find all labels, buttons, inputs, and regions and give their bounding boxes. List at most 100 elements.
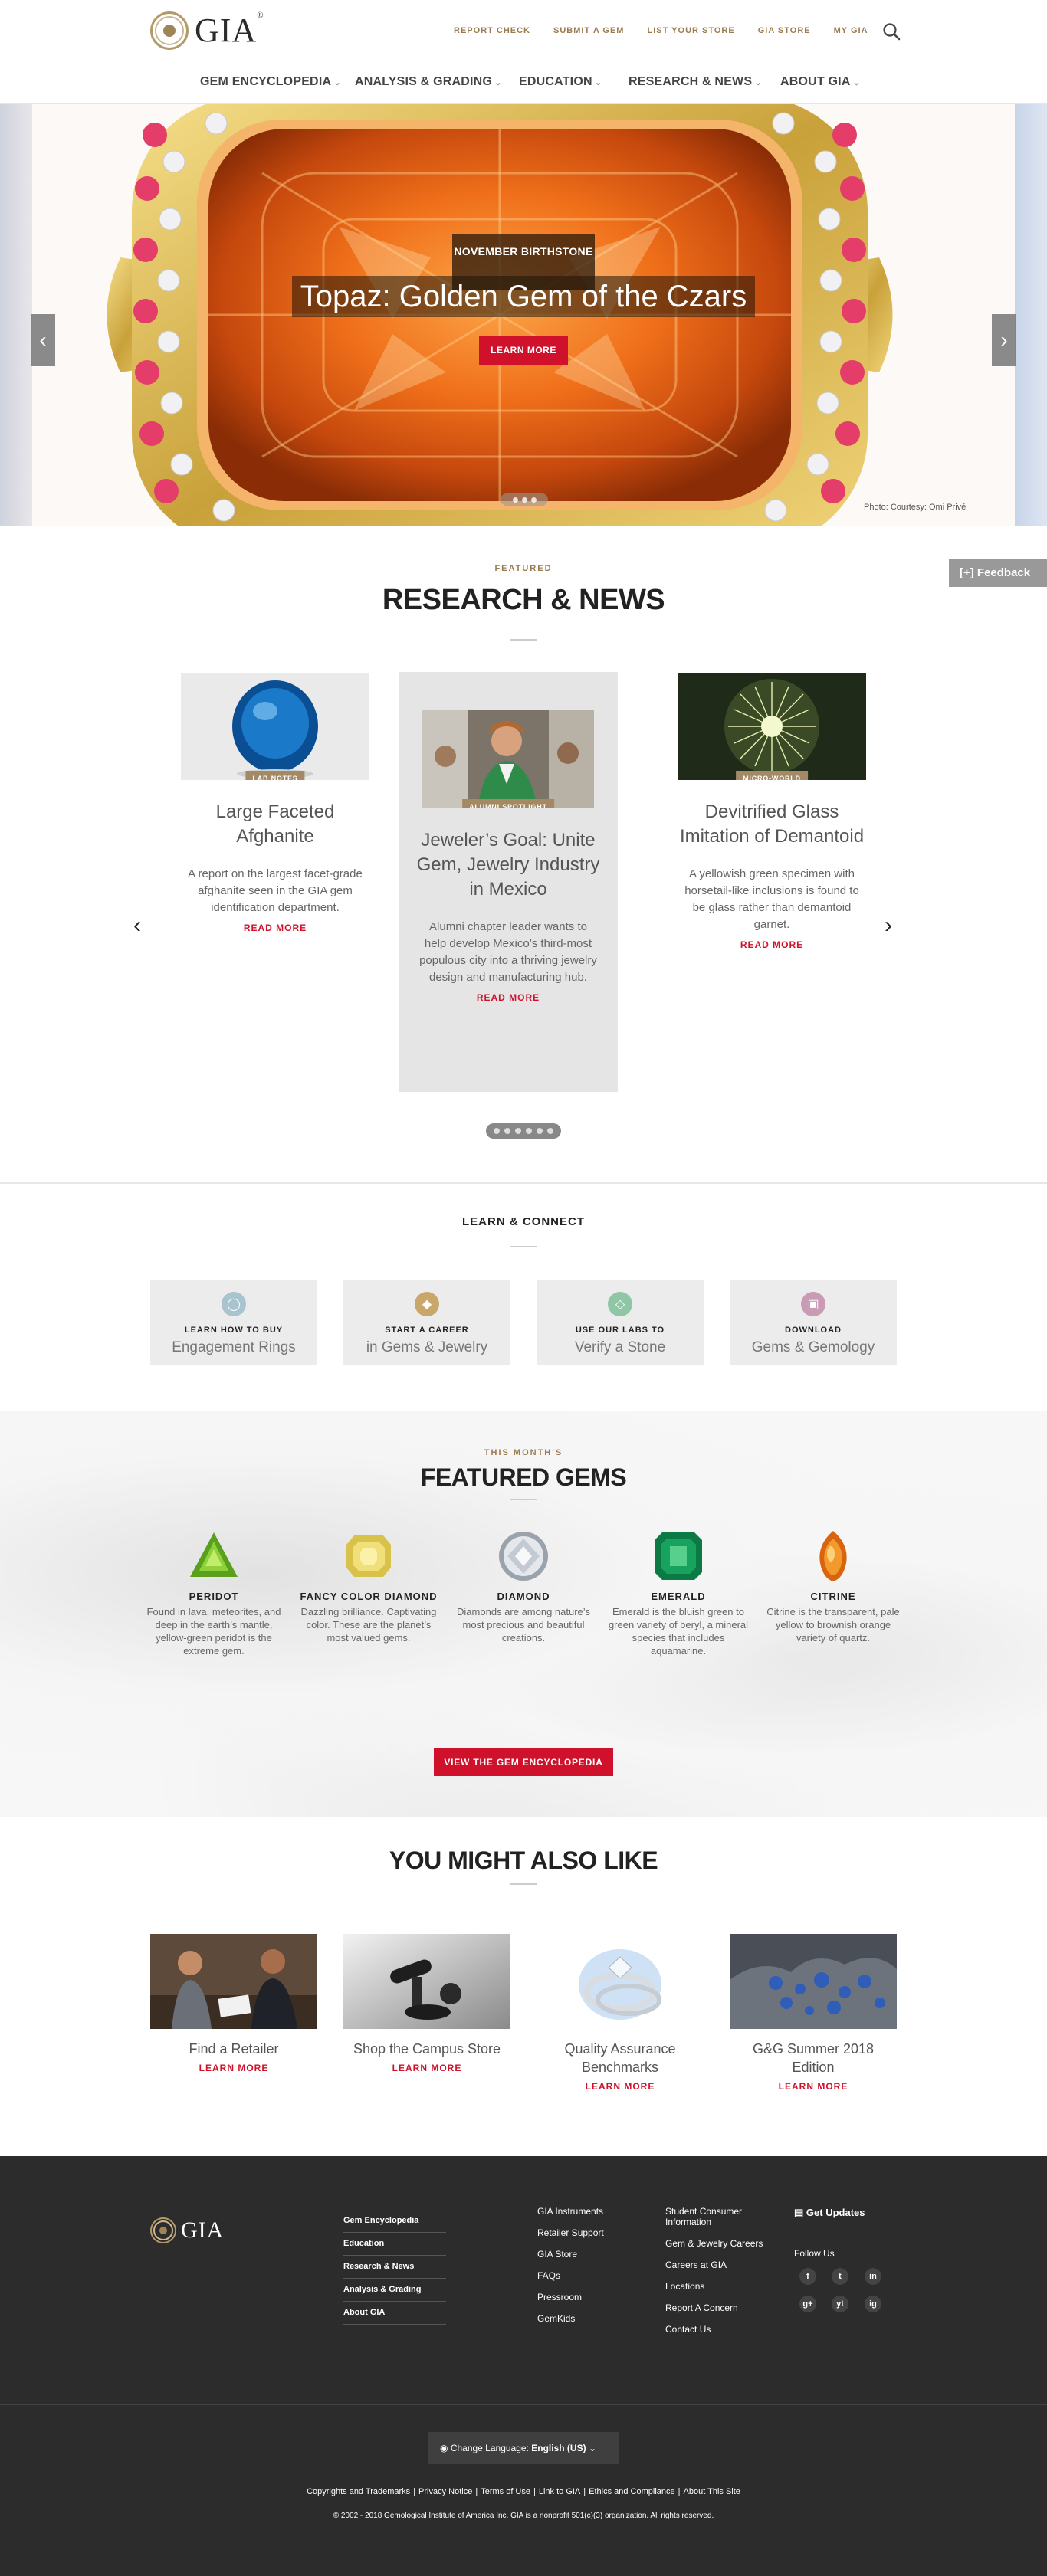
footer-link[interactable]: Careers at GIA (665, 2254, 773, 2276)
legal-link[interactable]: About This Site (681, 2487, 743, 2496)
research-pagination[interactable] (486, 1123, 561, 1139)
like-divider (510, 1883, 537, 1885)
gem-peridot[interactable]: PERIDOT Found in lava, meteorites, and d… (143, 1529, 285, 1657)
hero-prev-arrow[interactable]: ‹ (31, 314, 55, 366)
legal-link[interactable]: Link to GIA (536, 2487, 583, 2496)
like-learn-more[interactable]: LEARN MORE (730, 2081, 897, 2092)
nav-research-news[interactable]: RESEARCH & NEWS (629, 75, 762, 89)
change-language-select[interactable]: ◉ Change Language: English (US) ⌄ (428, 2432, 619, 2464)
footer-link[interactable]: Research & News (343, 2256, 446, 2279)
like-learn-more[interactable]: LEARN MORE (537, 2081, 704, 2092)
util-my-gia[interactable]: MY GIA (834, 26, 868, 35)
util-report-check[interactable]: REPORT CHECK (454, 26, 530, 35)
like-learn-more[interactable]: LEARN MORE (150, 2063, 317, 2073)
gem-name: DIAMOND (497, 1591, 550, 1602)
card-read-more[interactable]: READ MORE (662, 939, 881, 950)
search-icon[interactable] (881, 21, 901, 41)
legal-link[interactable]: Terms of Use (478, 2487, 533, 2496)
card-title[interactable]: Devitrified Glass Imitation of Demantoid (676, 800, 868, 849)
like-gg-summer[interactable]: G&G Summer 2018 Edition LEARN MORE (730, 1934, 897, 2092)
research-card-demantoid[interactable]: MICRO-WORLD Devitrified Glass Imitation … (662, 673, 881, 950)
footer-link[interactable]: About GIA (343, 2302, 446, 2325)
card-title[interactable]: Large Faceted Afghanite (179, 800, 371, 849)
footer-link[interactable]: FAQs (537, 2265, 604, 2286)
like-campus-store[interactable]: Shop the Campus Store LEARN MORE (343, 1934, 510, 2073)
instagram-icon[interactable]: ig (865, 2296, 881, 2312)
footer-link[interactable]: Gem Encyclopedia (343, 2210, 446, 2233)
yellow-diamond-icon (346, 1535, 391, 1577)
demantoid-image: MICRO-WORLD (678, 673, 866, 780)
hero-next-arrow[interactable]: › (992, 314, 1016, 366)
learn-gems-gemology[interactable]: ▣ DOWNLOAD Gems & Gemology (730, 1280, 897, 1365)
hero-learn-more-button[interactable]: LEARN MORE (479, 336, 568, 365)
gem-fancy-color-diamond[interactable]: FANCY COLOR DIAMOND Dazzling brilliance.… (297, 1529, 440, 1644)
emerald-icon (655, 1532, 702, 1580)
nav-gem-encyclopedia[interactable]: GEM ENCYCLOPEDIA (200, 75, 341, 89)
google-plus-icon[interactable]: g+ (799, 2296, 816, 2312)
util-submit-gem[interactable]: SUBMIT A GEM (553, 26, 624, 35)
nav-education[interactable]: EDUCATION (519, 75, 602, 89)
like-item-title[interactable]: Shop the Campus Store (343, 2040, 510, 2058)
util-gia-store[interactable]: GIA STORE (758, 26, 811, 35)
research-card-mexico[interactable]: ALUMNI SPOTLIGHT Jeweler’s Goal: Unite G… (399, 672, 618, 1092)
footer-logo[interactable]: GIA (150, 2217, 224, 2243)
footer-link[interactable]: Retailer Support (537, 2222, 604, 2243)
like-learn-more[interactable]: LEARN MORE (343, 2063, 510, 2073)
research-next-arrow[interactable]: › (885, 913, 892, 939)
like-item-title[interactable]: G&G Summer 2018 Edition (730, 2040, 897, 2076)
footer-divider (0, 2404, 1047, 2405)
card-read-more[interactable]: READ MORE (399, 992, 618, 1003)
nav-about-gia[interactable]: ABOUT GIA (780, 75, 860, 89)
footer-link[interactable]: GemKids (537, 2308, 604, 2329)
get-updates-link[interactable]: ▤ Get Updates (794, 2207, 909, 2227)
research-card-afghanite[interactable]: LAB NOTES Large Faceted Afghanite A repo… (166, 673, 385, 933)
campus-store-photo (343, 1934, 510, 2029)
card-read-more[interactable]: READ MORE (166, 923, 385, 933)
gem-citrine[interactable]: CITRINE Citrine is the transparent, pale… (762, 1529, 904, 1644)
footer-link[interactable]: Report A Concern (665, 2297, 773, 2319)
gia-logo[interactable]: GIA® (150, 11, 264, 50)
like-find-retailer[interactable]: Find a Retailer LEARN MORE (150, 1934, 317, 2073)
newsletter-icon: ▤ (794, 2207, 806, 2218)
gem-diamond[interactable]: DIAMOND Diamonds are among nature’s most… (452, 1529, 595, 1644)
twitter-icon[interactable]: t (832, 2268, 848, 2285)
legal-link[interactable]: Privacy Notice (415, 2487, 475, 2496)
learn-verify-stone[interactable]: ◇ USE OUR LABS TO Verify a Stone (537, 1280, 704, 1365)
citrine-icon (819, 1531, 847, 1581)
learn-label: LEARN HOW TO BUY (184, 1326, 284, 1335)
gem-emerald[interactable]: EMERALD Emerald is the bluish green to g… (607, 1529, 750, 1657)
peridot-icon (190, 1532, 238, 1577)
footer-link[interactable]: Education (343, 2233, 446, 2256)
util-list-store[interactable]: LIST YOUR STORE (647, 26, 734, 35)
view-gem-encyclopedia-button[interactable]: VIEW THE GEM ENCYCLOPEDIA (434, 1748, 613, 1776)
like-title: YOU MIGHT ALSO LIKE (389, 1847, 658, 1874)
footer-link[interactable]: GIA Instruments (537, 2201, 604, 2222)
youtube-icon[interactable]: yt (832, 2296, 848, 2312)
ring-icon: ◯ (222, 1292, 246, 1316)
footer-link[interactable]: Student Consumer Information (665, 2201, 773, 2233)
linkedin-icon[interactable]: in (865, 2268, 881, 2285)
footer-link[interactable]: Contact Us (665, 2319, 773, 2340)
site-footer: GIA Gem Encyclopedia Education Research … (0, 2156, 1047, 2576)
footer-link[interactable]: Locations (665, 2276, 773, 2297)
learn-start-career[interactable]: ◆ START A CAREER in Gems & Jewelry (343, 1280, 510, 1365)
gems-kicker: THIS MONTH'S (484, 1448, 563, 1457)
gem-name: EMERALD (651, 1591, 706, 1602)
footer-link[interactable]: Pressroom (537, 2286, 604, 2308)
legal-links: Copyrights and Trademarks | Privacy Notice… (0, 2487, 1047, 2496)
legal-link[interactable]: Copyrights and Trademarks (304, 2487, 413, 2496)
facebook-icon[interactable]: f (799, 2268, 816, 2285)
like-item-title[interactable]: Quality Assurance Benchmarks (537, 2040, 704, 2076)
like-item-title[interactable]: Find a Retailer (150, 2040, 317, 2058)
language-label: Change Language: (450, 2443, 529, 2453)
card-title[interactable]: Jeweler’s Goal: Unite Gem, Jewelry Indus… (412, 828, 604, 902)
nav-analysis-grading[interactable]: ANALYSIS & GRADING (355, 75, 502, 89)
footer-link[interactable]: GIA Store (537, 2243, 604, 2265)
legal-link[interactable]: Ethics and Compliance (586, 2487, 678, 2496)
learn-engagement-rings[interactable]: ◯ LEARN HOW TO BUY Engagement Rings (150, 1280, 317, 1365)
footer-link[interactable]: Analysis & Grading (343, 2279, 446, 2302)
footer-link[interactable]: Gem & Jewelry Careers (665, 2233, 773, 2254)
research-prev-arrow[interactable]: ‹ (133, 913, 141, 939)
like-quality-assurance[interactable]: Quality Assurance Benchmarks LEARN MORE (537, 1934, 704, 2092)
hero-pagination[interactable] (501, 493, 548, 506)
